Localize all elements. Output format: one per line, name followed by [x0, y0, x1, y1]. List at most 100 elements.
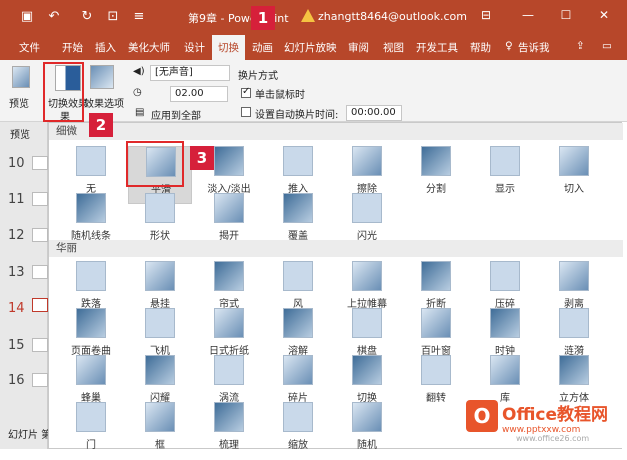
transition-preview-icon — [76, 146, 106, 176]
tab-view[interactable]: 视图 — [383, 40, 404, 55]
status-slide-label: 幻灯片 第 — [8, 430, 52, 441]
slide-thumbnails-panel: 预览 10 11 12 13 14 15 16 幻灯片 第 — [0, 122, 52, 449]
transition-subtle-7[interactable]: 切入 — [542, 146, 606, 204]
after-time-checkbox[interactable] — [241, 107, 251, 117]
transition-label: 分割 — [426, 184, 446, 195]
transition-exciting-24[interactable]: 门 — [59, 402, 123, 460]
transition-preview-icon — [490, 308, 520, 338]
section-subtle: 细微 — [49, 123, 623, 140]
share-icon[interactable]: ⇪ — [576, 40, 585, 52]
transition-preview-icon — [76, 355, 106, 385]
slide-thumbnail[interactable] — [32, 192, 48, 206]
transition-exciting-25[interactable]: 框 — [128, 402, 192, 460]
transition-preview-icon — [352, 146, 382, 176]
transition-preview-icon — [145, 308, 175, 338]
on-click-checkbox[interactable]: ✓ — [241, 86, 251, 98]
transition-exciting-28[interactable]: 随机 — [335, 402, 399, 460]
transition-preview-icon — [76, 193, 106, 223]
tab-animations[interactable]: 动画 — [252, 40, 273, 55]
slide-thumbnail[interactable] — [32, 338, 48, 352]
advance-slide-title: 换片方式 — [238, 71, 278, 82]
slide-thumbnail[interactable] — [32, 373, 48, 387]
comment-icon[interactable]: ▭ — [602, 40, 612, 52]
transition-preview-icon — [352, 261, 382, 291]
slide-number: 11 — [8, 192, 25, 207]
slide-thumbnail[interactable] — [32, 265, 48, 279]
highlight-smooth-transition — [126, 141, 184, 187]
tab-review[interactable]: 审阅 — [348, 40, 369, 55]
redo-icon[interactable]: ↻ — [78, 9, 96, 25]
office-logo-icon: O — [466, 400, 498, 432]
save-icon[interactable]: ▣ — [18, 9, 36, 25]
undo-icon[interactable]: ↶ — [45, 9, 63, 25]
transition-preview-icon — [352, 355, 382, 385]
slide-thumbnail[interactable] — [32, 228, 48, 242]
watermark-site: www.office26.com — [516, 434, 590, 443]
transition-exciting-21[interactable]: 翻转 — [404, 355, 468, 413]
after-time-input[interactable]: 00:00.00 — [346, 105, 402, 121]
transition-exciting-27[interactable]: 缩放 — [266, 402, 330, 460]
transition-preview-icon — [145, 402, 175, 432]
slide-thumbnail-current[interactable] — [32, 298, 48, 312]
lightbulb-icon: ♀ — [505, 40, 513, 52]
transition-preview-icon — [559, 261, 589, 291]
transition-preview-icon — [76, 308, 106, 338]
preview-button[interactable]: 预览 — [9, 95, 29, 110]
step-marker-3: 3 — [190, 146, 214, 170]
ribbon-tabs: 文件 开始 插入 美化大师 设计 切换 动画 幻灯片放映 审阅 视图 开发工具 … — [0, 35, 627, 60]
transition-label: 显示 — [495, 184, 515, 195]
transition-exciting-26[interactable]: 梳理 — [197, 402, 261, 460]
maximize-icon[interactable]: ☐ — [556, 8, 576, 22]
close-icon[interactable]: ✕ — [594, 8, 614, 22]
tab-developer[interactable]: 开发工具 — [416, 40, 458, 55]
transition-preview-icon — [76, 402, 106, 432]
tab-file[interactable]: 文件 — [19, 40, 40, 55]
tab-insert[interactable]: 插入 — [95, 40, 116, 55]
transition-preview-icon — [283, 261, 313, 291]
transition-preview-icon — [283, 193, 313, 223]
tab-slideshow[interactable]: 幻灯片放映 — [284, 40, 337, 55]
tab-transitions[interactable]: 切换 — [212, 35, 245, 60]
ribbon-display-icon[interactable]: ⊟ — [476, 8, 496, 22]
transition-preview-icon — [559, 308, 589, 338]
transition-preview-icon — [214, 308, 244, 338]
transition-preview-icon — [421, 146, 451, 176]
transition-preview-icon — [283, 355, 313, 385]
clock-icon: ◷ — [133, 87, 142, 98]
tab-design[interactable]: 设计 — [184, 40, 205, 55]
after-time-label: 设置自动换片时间: — [255, 110, 339, 121]
transition-subtle-5[interactable]: 分割 — [404, 146, 468, 204]
tab-beautify[interactable]: 美化大师 — [128, 40, 170, 55]
transition-label: 翻转 — [426, 393, 446, 404]
apply-all-button[interactable]: 应用到全部 — [151, 107, 201, 122]
transition-preview-icon — [352, 308, 382, 338]
apply-all-icon: ▤ — [135, 107, 145, 118]
tab-home[interactable]: 开始 — [62, 40, 83, 55]
customize-icon[interactable]: ≡ — [130, 9, 148, 25]
sound-select[interactable]: [无声音] — [150, 65, 230, 81]
user-email[interactable]: zhangtt8464@outlook.com — [318, 10, 467, 23]
watermark: O Office教程网 www.pptxxw.com www.office26.… — [466, 396, 616, 444]
slide-number: 12 — [8, 228, 25, 243]
title-bar: ▣ ↶ ↻ ⊡ ≡ 第9章 - PowerPoint zhangtt8464@o… — [0, 0, 627, 35]
section-exciting: 华丽 — [49, 240, 623, 257]
transition-preview-icon — [283, 308, 313, 338]
highlight-effect-button — [43, 62, 84, 122]
effect-options-icon[interactable] — [90, 65, 114, 89]
slide-thumbnail[interactable] — [32, 156, 48, 170]
preview-icon[interactable] — [12, 66, 30, 88]
transition-preview-icon — [421, 355, 451, 385]
tab-help[interactable]: 帮助 — [470, 40, 491, 55]
effect-options-button[interactable]: 效果选项 — [84, 95, 124, 110]
transition-preview-icon — [145, 355, 175, 385]
warning-icon — [301, 9, 315, 22]
minimize-icon[interactable]: — — [518, 8, 538, 22]
start-icon[interactable]: ⊡ — [104, 9, 122, 25]
tab-tell-me[interactable]: 告诉我 — [518, 40, 550, 55]
transition-subtle-6[interactable]: 显示 — [473, 146, 537, 204]
slide-number-current: 14 — [8, 301, 25, 316]
transition-preview-icon — [490, 146, 520, 176]
slide-number: 13 — [8, 265, 25, 280]
duration-input[interactable]: 02.00 — [170, 86, 228, 102]
transition-preview-icon — [214, 402, 244, 432]
